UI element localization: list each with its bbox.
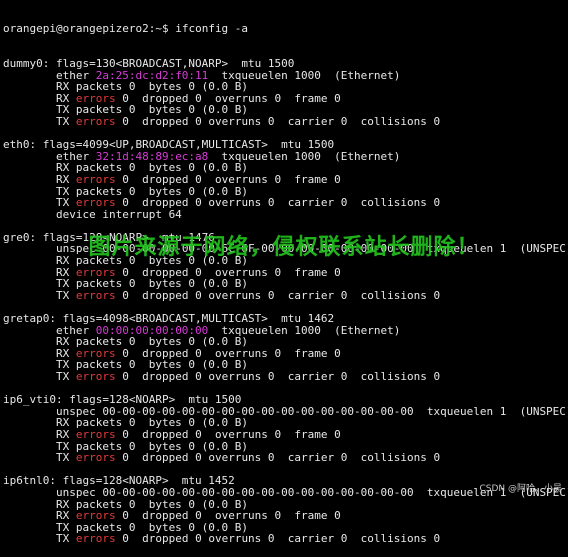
tx-label: TX <box>3 114 76 128</box>
tx-label: TX <box>3 370 76 383</box>
interface-block: gretap0: flags=4098<BROADCAST,MULTICAST>… <box>3 313 568 394</box>
watermark-text: 图片来源于网络，侵权联系站长删除！ <box>88 235 480 260</box>
shell-prompt: orangepi@orangepizero2:~$ <box>3 22 169 36</box>
command-text: ifconfig -a <box>175 22 249 36</box>
credit-label: CSDN @阿哈、小吴 <box>479 484 562 495</box>
tx-errors-word: errors <box>75 451 116 465</box>
interface-block: ip6_vti0: flags=128<NOARP> mtu 1500 unsp… <box>3 394 568 475</box>
tx-errors-line: TX errors 0 dropped 0 overruns 0 carrier… <box>3 371 568 383</box>
tx-label: TX <box>3 451 76 465</box>
device-interrupt-text: device interrupt 64 <box>3 207 182 221</box>
prompt-line: orangepi@orangepizero2:~$ ifconfig -a <box>3 23 568 35</box>
address-suffix: txqueuelen 1 (UNSPEC) <box>413 404 568 418</box>
interface-block: eth0: flags=4099<UP,BROADCAST,MULTICAST>… <box>3 139 568 232</box>
tx-errors-word: errors <box>75 114 116 128</box>
terminal-output[interactable]: orangepi@orangepizero2:~$ ifconfig -a du… <box>3 0 568 557</box>
tx-label: TX <box>3 532 76 546</box>
tx-errors-rest: 0 dropped 0 overruns 0 carrier 0 collisi… <box>115 114 441 128</box>
tx-errors-rest: 0 dropped 0 overruns 0 carrier 0 collisi… <box>115 288 441 302</box>
device-interrupt-line: device interrupt 64 <box>3 207 568 221</box>
interface-block: dummy0: flags=130<BROADCAST,NOARP> mtu 1… <box>3 58 568 139</box>
tx-errors-rest: 0 dropped 0 overruns 0 carrier 0 collisi… <box>115 532 441 546</box>
tx-errors-line: TX errors 0 dropped 0 overruns 0 carrier… <box>3 290 568 302</box>
tx-errors-line: TX errors 0 dropped 0 overruns 0 carrier… <box>3 116 568 128</box>
tx-errors-rest: 0 dropped 0 overruns 0 carrier 0 collisi… <box>115 451 441 465</box>
tx-errors-word: errors <box>75 370 116 383</box>
interface-list: dummy0: flags=130<BROADCAST,NOARP> mtu 1… <box>3 58 568 545</box>
tx-errors-line: TX errors 0 dropped 0 overruns 0 carrier… <box>3 533 568 545</box>
tx-errors-rest: 0 dropped 0 overruns 0 carrier 0 collisi… <box>115 370 441 383</box>
tx-errors-line: TX errors 0 dropped 0 overruns 0 carrier… <box>3 452 568 464</box>
tx-errors-word: errors <box>75 288 116 302</box>
tx-errors-word: errors <box>75 532 116 546</box>
tx-label: TX <box>3 288 76 302</box>
